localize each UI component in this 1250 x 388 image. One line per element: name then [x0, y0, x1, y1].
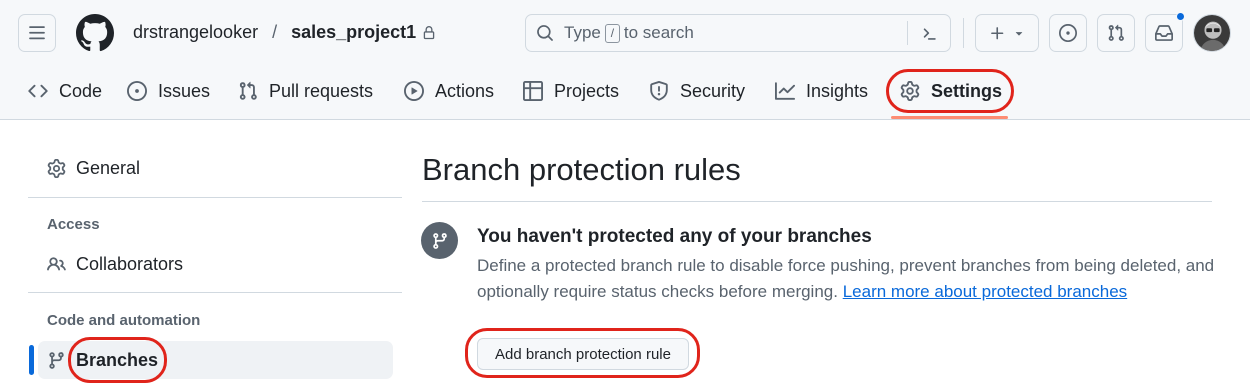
tab-insights-label: Insights	[806, 80, 869, 101]
gear-icon	[900, 81, 920, 101]
sidebar-heading-code-automation: Code and automation	[47, 312, 201, 329]
command-palette-icon[interactable]	[920, 24, 938, 42]
tab-security[interactable]: Security	[649, 70, 745, 112]
blankslate-description: Define a protected branch rule to disabl…	[477, 253, 1217, 304]
search-placeholder-before: Type	[564, 23, 601, 42]
title-divider	[422, 201, 1212, 202]
tab-security-label: Security	[680, 80, 746, 101]
repo-breadcrumb: drstrangelooker / sales_project1	[133, 22, 436, 43]
graph-icon	[775, 82, 795, 100]
plus-icon	[990, 26, 1003, 39]
sidebar-item-general-label: General	[76, 157, 141, 178]
repo-owner-link[interactable]: drstrangelooker	[133, 22, 258, 43]
search-divider	[907, 21, 908, 45]
blankslate-icon-circle	[421, 222, 458, 259]
hamburger-icon	[29, 26, 45, 40]
search-shortcut-key: /	[604, 23, 620, 43]
header-divider	[963, 18, 964, 48]
create-new-button[interactable]	[975, 14, 1039, 52]
repo-name-link[interactable]: sales_project1	[291, 22, 416, 43]
shield-icon	[650, 81, 668, 101]
inbox-icon	[1155, 25, 1173, 41]
unread-notification-dot	[1176, 12, 1185, 21]
gear-icon	[47, 158, 66, 178]
sidebar-item-collaborators[interactable]: Collaborators	[38, 245, 393, 283]
tab-pull-requests-label: Pull requests	[269, 80, 374, 101]
your-pull-requests-button[interactable]	[1097, 14, 1135, 52]
code-icon	[28, 84, 48, 98]
blankslate-heading: You haven't protected any of your branch…	[477, 226, 872, 247]
sidebar-active-indicator	[29, 345, 34, 375]
search-placeholder: Type / to search	[564, 23, 694, 43]
sidebar-item-collaborators-label: Collaborators	[76, 253, 184, 274]
search-input[interactable]: Type / to search	[525, 14, 951, 52]
triangle-down-icon	[1015, 32, 1022, 36]
git-pull-request-icon	[1108, 24, 1124, 41]
sidebar-item-branches-label: Branches	[76, 349, 159, 370]
search-icon	[537, 25, 553, 41]
sidebar-item-general[interactable]: General	[38, 149, 393, 187]
issue-icon	[127, 81, 147, 101]
tab-issues-label: Issues	[158, 80, 211, 101]
breadcrumb-separator: /	[272, 22, 278, 42]
tab-issues[interactable]: Issues	[127, 70, 210, 112]
repo-navigation: Code Issues Pull requests Actions Projec…	[0, 70, 1250, 114]
github-logo-icon[interactable]	[76, 14, 114, 52]
learn-more-link[interactable]: Learn more about protected branches	[843, 282, 1127, 301]
avatar-image	[1194, 15, 1230, 51]
tab-insights[interactable]: Insights	[775, 70, 868, 112]
pull-request-icon	[239, 81, 257, 100]
add-branch-protection-rule-button[interactable]: Add branch protection rule	[477, 338, 689, 370]
sidebar-item-branches[interactable]: Branches	[38, 341, 393, 379]
tab-settings[interactable]: Settings	[900, 70, 1002, 112]
tab-projects[interactable]: Projects	[523, 70, 619, 112]
app-header: drstrangelooker / sales_project1 Type / …	[0, 0, 1250, 120]
selected-tab-underline	[891, 116, 1008, 119]
your-issues-button[interactable]	[1049, 14, 1087, 52]
tab-code[interactable]: Code	[28, 70, 102, 112]
tab-actions[interactable]: Actions	[404, 70, 494, 112]
tab-settings-label: Settings	[931, 80, 1003, 101]
issue-opened-icon	[1059, 24, 1077, 42]
tab-projects-label: Projects	[554, 80, 620, 101]
table-icon	[523, 81, 543, 101]
page-title: Branch protection rules	[422, 152, 741, 187]
git-branch-icon	[432, 232, 447, 249]
sidebar-heading-access: Access	[47, 216, 100, 233]
sidebar-divider	[28, 292, 402, 293]
people-icon	[47, 256, 66, 270]
tab-pull-requests[interactable]: Pull requests	[238, 70, 373, 112]
play-icon	[404, 81, 424, 101]
search-placeholder-after: to search	[623, 23, 694, 42]
git-branch-icon	[49, 351, 64, 369]
sidebar-divider	[28, 197, 402, 198]
tab-actions-label: Actions	[435, 80, 495, 101]
tab-code-label: Code	[59, 80, 103, 101]
lock-icon	[423, 25, 435, 39]
menu-button[interactable]	[18, 14, 56, 52]
user-avatar[interactable]	[1193, 14, 1231, 52]
